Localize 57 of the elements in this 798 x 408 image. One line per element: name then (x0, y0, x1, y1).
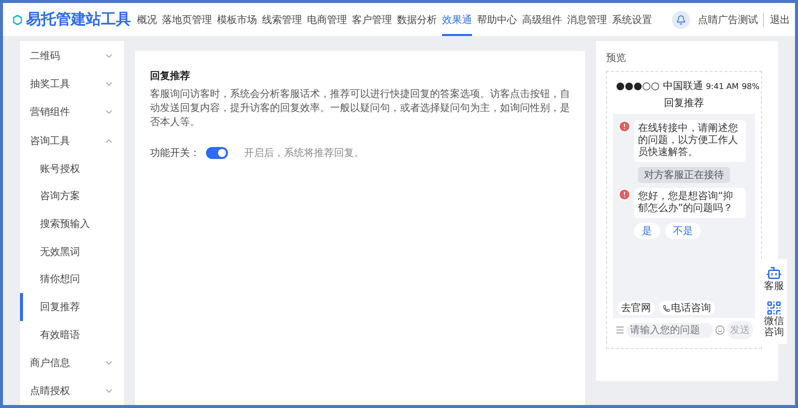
robot-icon (766, 265, 782, 281)
switch-label: 功能开关： (150, 146, 200, 160)
nav-tab[interactable]: 落地页管理 (162, 3, 212, 36)
nav-tab[interactable]: 模板市场 (217, 3, 257, 36)
nav-tab[interactable]: 概况 (137, 3, 157, 36)
nav-tab[interactable]: 帮助中心 (477, 3, 517, 36)
shortcut-chip[interactable]: 电话咨询 (659, 301, 715, 315)
chat-title: 回复推荐 (613, 94, 755, 114)
nav-tab[interactable]: 效果通 (442, 3, 472, 36)
reply-option-button[interactable]: 是 (634, 223, 660, 239)
status-notice: 对方客服正在接待 (638, 167, 730, 183)
sidebar-group-item[interactable]: 营销组件 (20, 98, 124, 127)
feature-toggle[interactable] (206, 147, 228, 159)
user-name-link[interactable]: 点睛广告测试 (698, 12, 764, 26)
carrier-text: ●●●○○ 中国联通 (616, 80, 703, 93)
sidebar-item[interactable]: 回复推荐 (20, 293, 124, 321)
alert-avatar-icon (618, 188, 631, 201)
qr-code-icon (766, 300, 782, 316)
preview-label: 预览 (606, 52, 627, 65)
shortcut-chip[interactable]: 去官网 (617, 301, 655, 315)
switch-hint: 开启后，系统将推荐回复。 (244, 146, 364, 160)
sidebar-item[interactable]: 咨询方案 (20, 182, 124, 210)
nav-tab[interactable]: 系统设置 (612, 3, 652, 36)
message-input[interactable]: 请输入您的问题 (627, 322, 713, 338)
sidebar-group-item[interactable]: 商户信息 (20, 348, 124, 377)
nav-tab[interactable]: 客户管理 (352, 3, 392, 36)
sidebar-group-item[interactable]: 抽奖工具 (20, 70, 124, 98)
notification-button[interactable] (672, 10, 690, 28)
clock-text: 9:41 AM (706, 82, 739, 90)
widget-link[interactable]: 客服 (764, 265, 784, 292)
sidebar-item[interactable]: 猜你想问 (20, 266, 124, 294)
sidebar-group-item[interactable]: 咨询工具 (20, 126, 124, 155)
nav-tab[interactable]: 数据分析 (397, 3, 437, 36)
sidebar-item[interactable]: 无效黑词 (20, 238, 124, 266)
nav-tab[interactable]: 高级组件 (522, 3, 562, 36)
sidebar-item[interactable]: 账号授权 (20, 154, 124, 182)
phone-icon (663, 304, 670, 312)
emoji-icon[interactable] (715, 325, 725, 335)
alert-avatar-icon (618, 120, 631, 133)
battery-text: 98% (742, 82, 760, 90)
sidebar-group-item[interactable]: 二维码 (20, 42, 124, 70)
chat-bubble: 您好，您是想咨询“抑郁怎么办”的问题吗？ (634, 188, 746, 218)
sidebar-item[interactable]: 有效暗语 (20, 320, 124, 349)
sidebar-item[interactable]: 搜索预输入 (20, 210, 124, 238)
bell-icon (676, 14, 686, 24)
sidebar-group-item[interactable]: 点睛授权 (20, 376, 124, 405)
section-title: 回复推荐 (150, 70, 191, 83)
chat-bubble: 在线转接中，请阐述您的问题，以方便工作人员快速解答。 (634, 120, 746, 162)
logout-link[interactable]: 退出 (770, 12, 790, 26)
nav-tab[interactable]: 电商管理 (307, 3, 347, 36)
nav-tab[interactable]: 线索管理 (262, 3, 302, 36)
app-logo-text: 易托管建站工具 (26, 10, 131, 29)
menu-icon[interactable] (615, 325, 625, 335)
widget-link[interactable]: 微信咨询 (764, 300, 784, 338)
nav-tab[interactable]: 消息管理 (567, 3, 607, 36)
description-text: 客服询问访客时，系统会分析客服话术，推荐可以进行快捷回复的答案选项。访客点击按钮，自动发送回复内容，提升访客的回复效率。一般以疑问句，或者选择疑问句为主，如询问性别，是否本人等。 (150, 88, 570, 130)
reply-option-button[interactable]: 不是 (665, 223, 701, 239)
